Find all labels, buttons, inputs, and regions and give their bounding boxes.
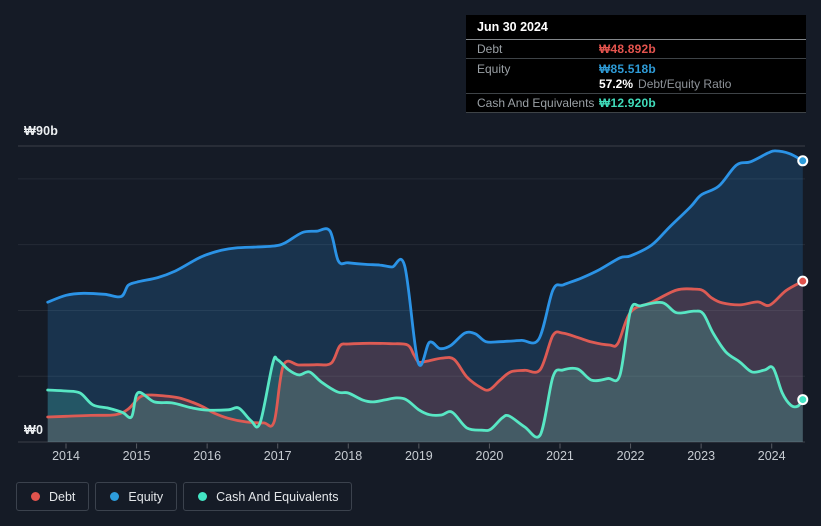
y-axis-label-min: ₩0 — [24, 423, 44, 437]
tooltip-ratio-value: 57.2% — [599, 76, 634, 91]
legend-label-equity: Equity — [128, 489, 164, 504]
tooltip-date: Jun 30 2024 — [466, 15, 806, 40]
legend-item-cash[interactable]: Cash And Equivalents — [183, 482, 353, 511]
x-axis-tick-label: 2021 — [546, 449, 574, 463]
x-axis-tick-label: 2018 — [334, 449, 363, 463]
legend-item-debt[interactable]: Debt — [16, 482, 90, 511]
tooltip-equity-row: Equity ₩85.518b — [466, 59, 806, 77]
cash-and-equivalents-endpoint-dot[interactable] — [797, 394, 809, 406]
x-axis-tick-label: 2022 — [616, 449, 645, 463]
x-axis-tick-label: 2017 — [263, 449, 292, 463]
legend-label-debt: Debt — [49, 489, 76, 504]
chart-legend: Debt Equity Cash And Equivalents — [16, 482, 353, 511]
debt-endpoint-dot[interactable] — [797, 275, 809, 287]
tooltip-ratio-row: 57.2% Debt/Equity Ratio — [466, 77, 806, 94]
cash-series-dot-icon — [198, 492, 208, 501]
legend-item-equity[interactable]: Equity — [95, 482, 178, 511]
x-axis-tick-label: 2016 — [193, 449, 222, 463]
equity-endpoint-dot[interactable] — [797, 155, 809, 167]
x-axis-tick-label: 2023 — [687, 449, 716, 463]
tooltip-debt-label: Debt — [477, 42, 503, 56]
x-axis-tick-label: 2020 — [475, 449, 504, 463]
y-axis-label-max: ₩90b — [24, 124, 59, 138]
x-axis-tick-label: 2015 — [122, 449, 151, 463]
debt-series-dot-icon — [31, 492, 40, 501]
tooltip-debt-value: ₩48.892b — [599, 42, 656, 56]
chart-tooltip: Jun 30 2024 Debt ₩48.892b Equity ₩85.518… — [466, 15, 806, 113]
x-axis-tick-label: 2014 — [52, 449, 80, 463]
tooltip-ratio-label: Debt/Equity Ratio — [638, 76, 732, 91]
tooltip-equity-label: Equity — [477, 62, 511, 76]
tooltip-cash-label: Cash And Equivalents — [477, 96, 595, 110]
tooltip-equity-value: ₩85.518b — [599, 62, 656, 76]
legend-label-cash: Cash And Equivalents — [216, 489, 339, 504]
tooltip-cash-value: ₩12.920b — [599, 96, 656, 110]
equity-series-dot-icon — [110, 492, 120, 501]
tooltip-cash-row: Cash And Equivalents ₩12.920b — [466, 94, 806, 113]
debt-equity-history-panel: ₩90b ₩0 2014 2015 2016 2017 2018 2019 2020 2021… — [0, 0, 821, 526]
tooltip-debt-row: Debt ₩48.892b — [466, 40, 806, 59]
x-axis-tick-label: 2019 — [404, 449, 433, 463]
x-axis-tick-label: 2024 — [757, 449, 786, 463]
